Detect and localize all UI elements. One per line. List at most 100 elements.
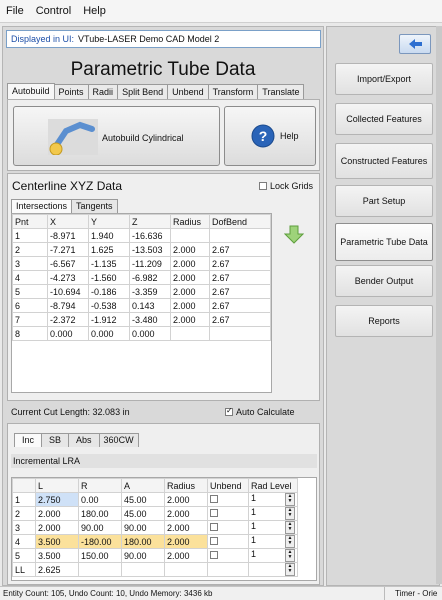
cell[interactable]: 0.000	[88, 326, 130, 341]
table-row[interactable]: 8 0.000 0.000 0.000	[12, 326, 271, 341]
cell[interactable]: 180.00	[121, 534, 165, 549]
tab-points[interactable]: Points	[53, 84, 89, 99]
rad-level-cell[interactable]: 1 ▲ ▼	[248, 492, 298, 507]
unbend-cell[interactable]	[207, 506, 249, 521]
cell[interactable]	[78, 562, 122, 577]
rad-level-cell[interactable]: ▲ ▼	[248, 562, 298, 577]
cell[interactable]: 2.000	[170, 256, 210, 271]
table-row[interactable]: 1 2.750 0.00 45.00 2.000 1 ▲ ▼	[12, 492, 298, 507]
spin-icon[interactable]: ▲ ▼	[285, 563, 295, 576]
unbend-checkbox[interactable]	[210, 508, 218, 517]
vertical-scrollbar[interactable]	[436, 26, 442, 584]
cell[interactable]	[207, 562, 249, 577]
cell[interactable]: 0.000	[47, 326, 89, 341]
spin-icon[interactable]: ▲ ▼	[285, 521, 295, 534]
rad-level-cell[interactable]: 1 ▲ ▼	[248, 534, 298, 549]
parametric-tube-data-button[interactable]: Parametric Tube Data	[335, 223, 433, 261]
cell[interactable]: 2.000	[164, 520, 208, 535]
cell[interactable]	[209, 326, 271, 341]
tab-tangents[interactable]: Tangents	[71, 199, 118, 213]
unbend-cell[interactable]	[207, 534, 249, 549]
table-row[interactable]: 4 3.500 -180.00 180.00 2.000 1 ▲ ▼	[12, 534, 298, 549]
tab-translate[interactable]: Translate	[257, 84, 305, 99]
cell[interactable]: 2.000	[164, 506, 208, 521]
cell[interactable]: 2.000	[170, 270, 210, 285]
cell[interactable]: -16.636	[129, 228, 171, 243]
tab-inc[interactable]: Inc	[14, 433, 43, 447]
tab-autobuild[interactable]: Autobuild	[7, 83, 55, 100]
table-row[interactable]: 4 -4.273 -1.560 -6.982 2.000 2.67	[12, 270, 271, 285]
cell[interactable]: 2.67	[209, 312, 271, 327]
table-row[interactable]: 5 3.500 150.00 90.00 2.000 1 ▲ ▼	[12, 548, 298, 563]
cell[interactable]: -180.00	[78, 534, 122, 549]
tab-split-bend[interactable]: Split Bend	[117, 84, 169, 99]
spin-icon[interactable]: ▲ ▼	[285, 507, 295, 520]
bender-output-button[interactable]: Bender Output	[335, 265, 433, 297]
import-export-button[interactable]: Import/Export	[335, 63, 433, 95]
cell[interactable]: 150.00	[78, 548, 122, 563]
reports-button[interactable]: Reports	[335, 305, 433, 337]
cell[interactable]	[121, 562, 165, 577]
cell[interactable]: -4.273	[47, 270, 89, 285]
unbend-checkbox[interactable]	[210, 494, 218, 503]
cell[interactable]: -3.480	[129, 312, 171, 327]
cell[interactable]: 2.625	[35, 562, 79, 577]
spin-icon[interactable]: ▲ ▼	[285, 549, 295, 562]
cell[interactable]: -7.271	[47, 242, 89, 257]
cell[interactable]: -3.359	[129, 284, 171, 299]
cell[interactable]: 0.00	[78, 492, 122, 507]
table-row[interactable]: 2 2.000 180.00 45.00 2.000 1 ▲ ▼	[12, 506, 298, 521]
spin-icon[interactable]: ▲ ▼	[285, 535, 295, 548]
tab-abs[interactable]: Abs	[68, 433, 100, 447]
table-row[interactable]: 5 -10.694 -0.186 -3.359 2.000 2.67	[12, 284, 271, 299]
cell[interactable]: -0.186	[88, 284, 130, 299]
help-button[interactable]: ? Help	[224, 106, 316, 166]
spin-icon[interactable]: ▲ ▼	[285, 493, 295, 506]
lock-grids-checkbox[interactable]: Lock Grids	[258, 181, 313, 191]
unbend-cell[interactable]	[207, 492, 249, 507]
cell[interactable]: 3.500	[35, 534, 79, 549]
cell[interactable]: 2.67	[209, 284, 271, 299]
cell[interactable]: 2.000	[164, 548, 208, 563]
cell[interactable]: -2.372	[47, 312, 89, 327]
cell[interactable]: 90.00	[121, 548, 165, 563]
cell[interactable]: 2.000	[170, 284, 210, 299]
cell[interactable]	[209, 228, 271, 243]
cell[interactable]: -13.503	[129, 242, 171, 257]
table-row[interactable]: LL 2.625 ▲ ▼	[12, 562, 298, 577]
cell[interactable]: -1.135	[88, 256, 130, 271]
cell[interactable]: 2.000	[164, 492, 208, 507]
cell[interactable]: 90.00	[78, 520, 122, 535]
cell[interactable]: 2.67	[209, 242, 271, 257]
cell[interactable]: -6.567	[47, 256, 89, 271]
tab-sb[interactable]: SB	[41, 433, 70, 447]
cell[interactable]: -1.560	[88, 270, 130, 285]
constructed-features-button[interactable]: Constructed Features	[335, 143, 433, 179]
rad-level-cell[interactable]: 1 ▲ ▼	[248, 520, 298, 535]
cell[interactable]: 2.67	[209, 298, 271, 313]
table-row[interactable]: 3 -6.567 -1.135 -11.209 2.000 2.67	[12, 256, 271, 271]
unbend-checkbox[interactable]	[210, 522, 218, 531]
cell[interactable]: 2.67	[209, 270, 271, 285]
tab-transform[interactable]: Transform	[207, 84, 259, 99]
menu-control[interactable]: Control	[30, 5, 77, 17]
tab-intersections[interactable]: Intersections	[11, 199, 73, 213]
lock-grids-box[interactable]	[258, 182, 267, 190]
cell[interactable]	[170, 228, 210, 243]
auto-calculate-box[interactable]: ✓	[225, 406, 233, 416]
cell[interactable]: -0.538	[88, 298, 130, 313]
cell[interactable]: 2.000	[35, 520, 79, 535]
cell[interactable]: -6.982	[129, 270, 171, 285]
unbend-cell[interactable]	[207, 548, 249, 563]
cell[interactable]: -8.971	[47, 228, 89, 243]
tab-radii[interactable]: Radii	[87, 84, 119, 99]
cell[interactable]	[170, 326, 210, 341]
cell[interactable]: 1.940	[88, 228, 130, 243]
autobuild-cylindrical-button[interactable]: Autobuild Cylindrical	[13, 106, 220, 166]
cell[interactable]: 2.000	[170, 242, 210, 257]
cell[interactable]: 45.00	[121, 506, 165, 521]
unbend-checkbox[interactable]	[210, 550, 218, 559]
cell[interactable]: 2.750	[35, 492, 79, 507]
unbend-checkbox[interactable]	[210, 536, 218, 545]
cell[interactable]: -1.912	[88, 312, 130, 327]
